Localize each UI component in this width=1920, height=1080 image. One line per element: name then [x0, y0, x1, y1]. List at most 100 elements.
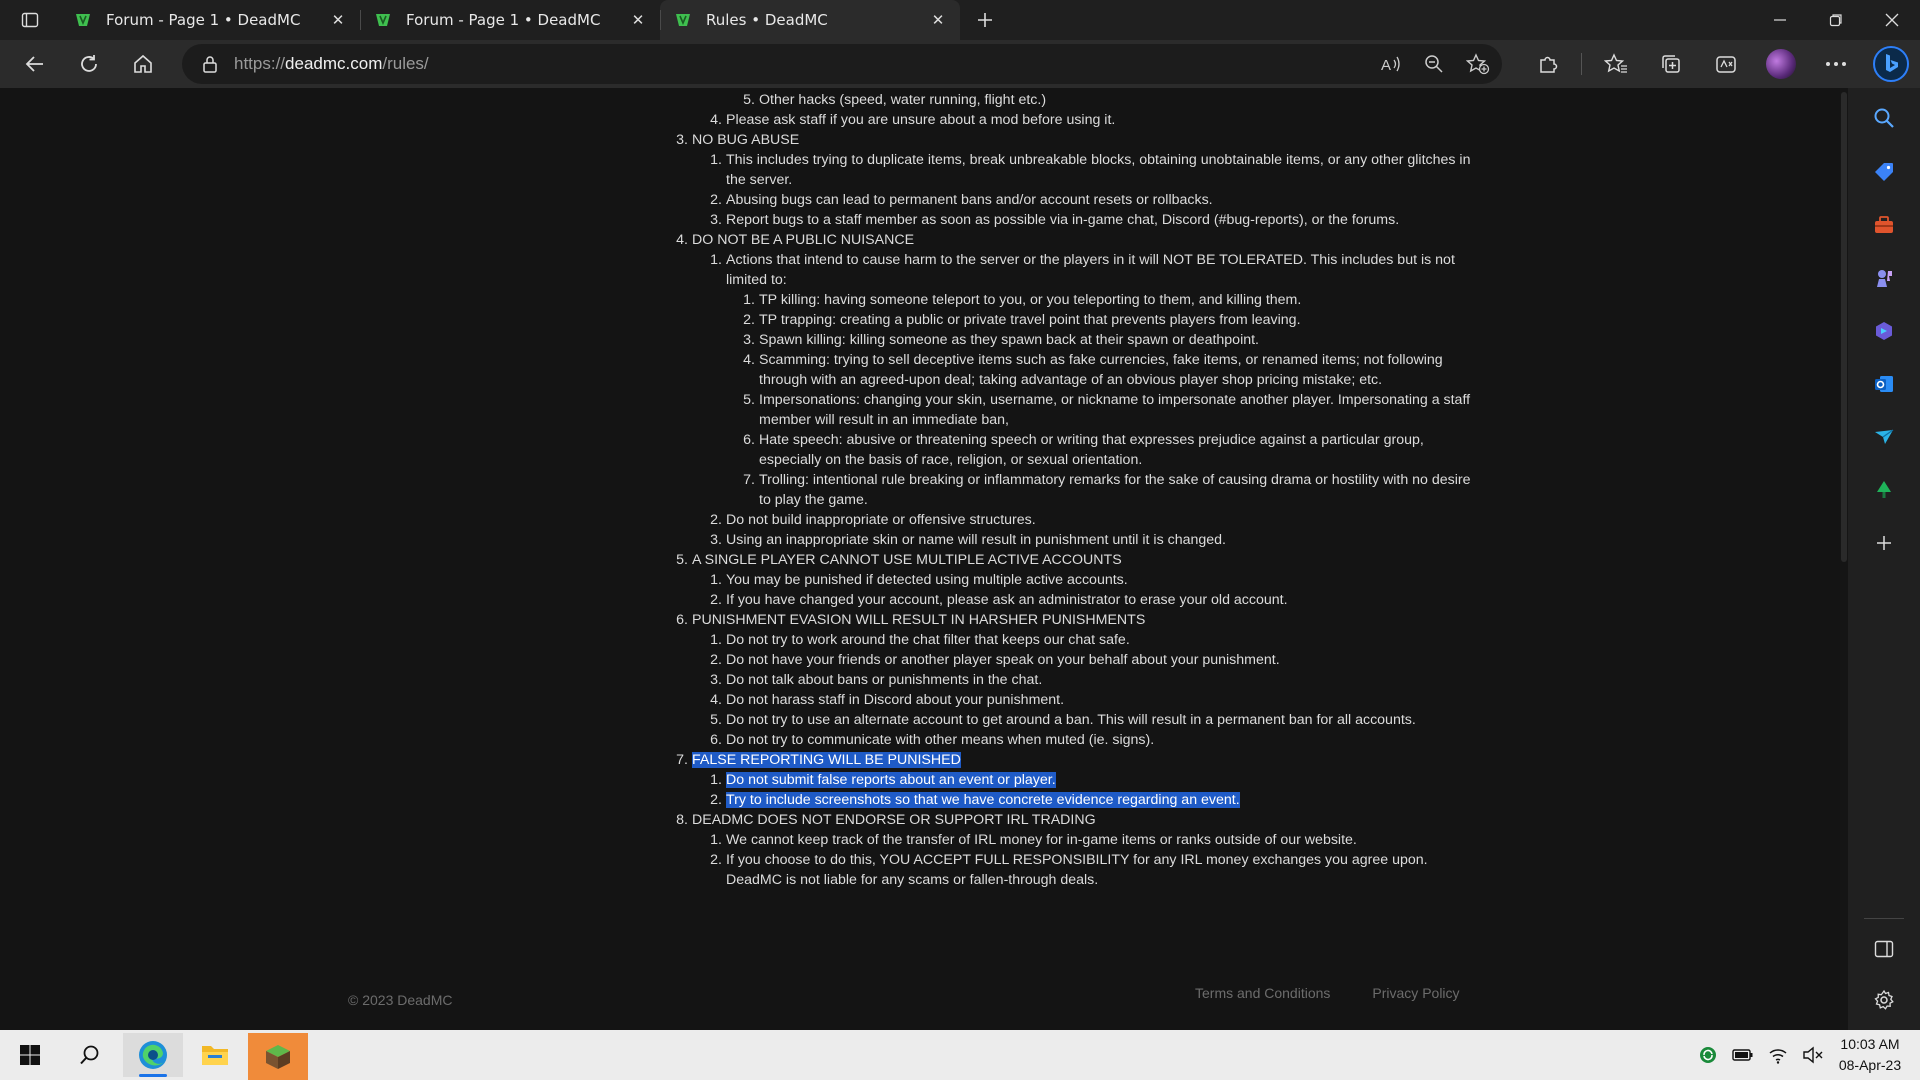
math-solver-button[interactable]: [1698, 44, 1753, 84]
sidebar-search-button[interactable]: [1866, 100, 1902, 136]
sidebar-games-button[interactable]: [1866, 260, 1902, 296]
rule-text-content: NO BUG ABUSE: [692, 132, 800, 148]
rule-number: 5.: [743, 92, 755, 108]
sidebar-copilot-button[interactable]: [1866, 313, 1902, 349]
rule-text: TP killing: having someone teleport to y…: [759, 290, 1474, 310]
sidebar-settings-button[interactable]: [1866, 982, 1902, 1018]
rule-item: 5. Do not try to use an alternate account…: [676, 710, 1476, 730]
rule-number: 6.: [676, 612, 688, 628]
taskbar-clock[interactable]: 10:03 AM 08-Apr-23: [1828, 1034, 1912, 1076]
rule-item: 2. Do not build inappropriate or offensiv…: [676, 510, 1476, 530]
rule-item: 6. Do not try to communicate with other m…: [676, 730, 1476, 750]
profile-button[interactable]: [1753, 44, 1808, 84]
back-arrow-icon: [25, 56, 43, 72]
battery-icon[interactable]: [1732, 1048, 1754, 1062]
sidebar-tree-button[interactable]: [1866, 472, 1902, 508]
rule-number: 1.: [710, 832, 722, 848]
rule-item: 5. A SINGLE PLAYER CANNOT USE MULTIPLE AC…: [676, 550, 1476, 570]
close-tab-icon[interactable]: ✕: [928, 10, 948, 30]
url-prefix: https://: [234, 54, 286, 73]
windows-taskbar: 10:03 AM 08-Apr-23: [0, 1030, 1920, 1080]
rule-item: 7. FALSE REPORTING WILL BE PUNISHED: [676, 750, 1476, 770]
window-controls: [1752, 0, 1920, 40]
rule-text: You may be punished if detected using mu…: [726, 570, 1474, 590]
favorites-button[interactable]: [1588, 44, 1643, 84]
edge-browser-icon: [139, 1041, 167, 1069]
rule-text: This includes trying to duplicate items,…: [726, 150, 1474, 190]
rule-number: 2.: [710, 652, 722, 668]
rule-item: 4. Please ask staff if you are unsure abo…: [676, 110, 1476, 130]
rule-number: 7.: [743, 472, 755, 488]
rule-text-content: Do not have your friends or another play…: [726, 652, 1280, 668]
terms-link[interactable]: Terms and Conditions: [1195, 985, 1330, 1001]
more-dots-icon: [1825, 62, 1846, 66]
rule-item: 7. Trolling: intentional rule breaking or…: [676, 470, 1476, 510]
sidebar-shopping-button[interactable]: [1866, 154, 1902, 190]
tab-rules[interactable]: Rules • DeadMC ✕: [660, 0, 960, 40]
scrollbar-thumb[interactable]: [1841, 92, 1847, 562]
rule-item: 1. You may be punished if detected using …: [676, 570, 1476, 590]
taskbar-file-explorer-button[interactable]: [185, 1033, 245, 1077]
read-aloud-icon[interactable]: A: [1380, 54, 1402, 74]
rule-text: Other hacks (speed, water running, fligh…: [759, 90, 1474, 110]
zoom-out-icon[interactable]: [1424, 54, 1444, 74]
rule-text: Do not talk about bans or punishments in…: [726, 670, 1474, 690]
close-tab-icon[interactable]: ✕: [328, 10, 348, 30]
refresh-button[interactable]: [62, 44, 116, 84]
sidebar-outlook-button[interactable]: [1866, 366, 1902, 402]
rule-text-content: Do not try to use an alternate account t…: [726, 712, 1416, 728]
start-button[interactable]: [0, 1033, 60, 1077]
tab-forum-1[interactable]: Forum - Page 1 • DeadMC ✕: [60, 0, 360, 40]
collections-button[interactable]: [1643, 44, 1698, 84]
rule-text: Spawn killing: killing someone as they s…: [759, 330, 1474, 350]
close-tab-icon[interactable]: ✕: [628, 10, 648, 30]
tab-actions-button[interactable]: [0, 0, 60, 40]
settings-more-button[interactable]: [1808, 44, 1863, 84]
restore-button[interactable]: [1808, 0, 1864, 40]
rule-number: 4.: [710, 112, 722, 128]
sync-status-icon[interactable]: [1698, 1045, 1718, 1065]
rule-item: 4. Scamming: trying to sell deceptive ite…: [676, 350, 1476, 390]
rule-number: 1.: [710, 772, 722, 788]
privacy-link[interactable]: Privacy Policy: [1372, 985, 1459, 1001]
page-scrollbar[interactable]: [1840, 88, 1848, 1030]
rule-number: 6.: [743, 432, 755, 448]
rule-item: 1. Actions that intend to cause harm to t…: [676, 250, 1476, 290]
sidebar-tools-button[interactable]: [1866, 207, 1902, 243]
taskbar-edge-button[interactable]: [123, 1033, 183, 1077]
clock-time: 10:03 AM: [1840, 1036, 1900, 1052]
rule-text-content: Please ask staff if you are unsure about…: [726, 112, 1116, 128]
add-favorite-icon[interactable]: [1466, 53, 1490, 75]
taskbar-search-button[interactable]: [60, 1033, 120, 1077]
rule-text-content: Other hacks (speed, water running, fligh…: [759, 92, 1047, 108]
sidebar-send-button[interactable]: [1866, 419, 1902, 455]
rule-text-content: Trolling: intentional rule breaking or i…: [759, 472, 1471, 508]
wifi-icon[interactable]: [1768, 1046, 1788, 1064]
bing-chat-button[interactable]: [1863, 44, 1918, 84]
sidebar-add-button[interactable]: [1866, 525, 1902, 561]
back-button[interactable]: [8, 44, 62, 84]
tab-strip: Forum - Page 1 • DeadMC ✕ Forum - Page 1…: [0, 0, 1920, 40]
speaker-muted-icon[interactable]: [1802, 1046, 1824, 1064]
tab-forum-2[interactable]: Forum - Page 1 • DeadMC ✕: [360, 0, 660, 40]
minimize-button[interactable]: [1752, 0, 1808, 40]
close-window-button[interactable]: [1864, 0, 1920, 40]
extensions-button[interactable]: [1520, 44, 1575, 84]
taskbar-minecraft-button[interactable]: [248, 1033, 308, 1080]
rule-text: Impersonations: changing your skin, user…: [759, 390, 1474, 430]
rule-item: 1. We cannot keep track of the transfer o…: [676, 830, 1476, 850]
rule-number: 3.: [710, 532, 722, 548]
home-button[interactable]: [116, 44, 170, 84]
rule-text-content: Impersonations: changing your skin, user…: [759, 392, 1471, 428]
new-tab-button[interactable]: [960, 0, 1010, 40]
rule-item: 3. Do not talk about bans or punishments …: [676, 670, 1476, 690]
puzzle-icon: [1539, 56, 1557, 73]
address-bar[interactable]: https://deadmc.com/rules/ A: [182, 44, 1502, 84]
rule-item: 2. TP trapping: creating a public or priv…: [676, 310, 1476, 330]
url-text[interactable]: https://deadmc.com/rules/: [234, 54, 429, 74]
rule-number: 2.: [710, 592, 722, 608]
rule-text-content: Using an inappropriate skin or name will…: [726, 532, 1226, 548]
rule-number: 8.: [676, 812, 688, 828]
math-solver-icon: [1715, 56, 1736, 73]
hide-sidebar-button[interactable]: [1866, 931, 1902, 967]
